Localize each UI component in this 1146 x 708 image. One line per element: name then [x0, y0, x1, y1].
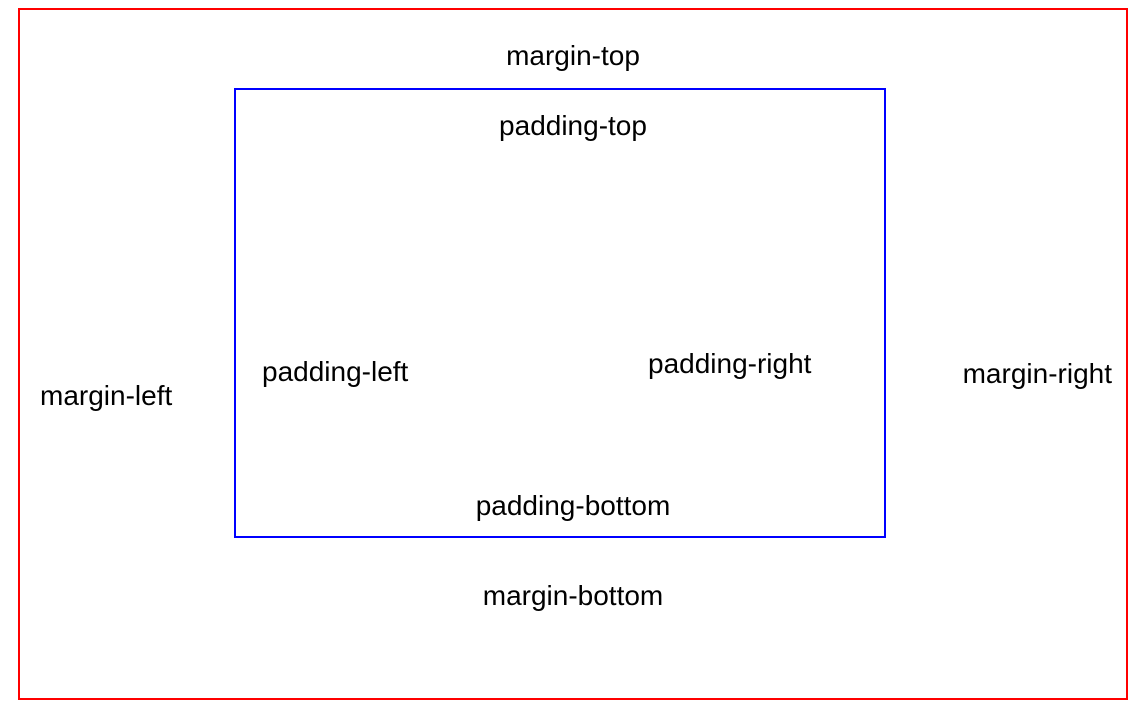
- label-margin-left: margin-left: [40, 380, 172, 412]
- label-padding-top: padding-top: [499, 110, 647, 142]
- label-margin-right: margin-right: [963, 358, 1112, 390]
- label-margin-top: margin-top: [506, 40, 640, 72]
- label-margin-bottom: margin-bottom: [483, 580, 664, 612]
- label-padding-left: padding-left: [262, 356, 408, 388]
- label-padding-bottom: padding-bottom: [476, 490, 671, 522]
- label-padding-right: padding-right: [648, 348, 811, 380]
- padding-box: [234, 88, 886, 538]
